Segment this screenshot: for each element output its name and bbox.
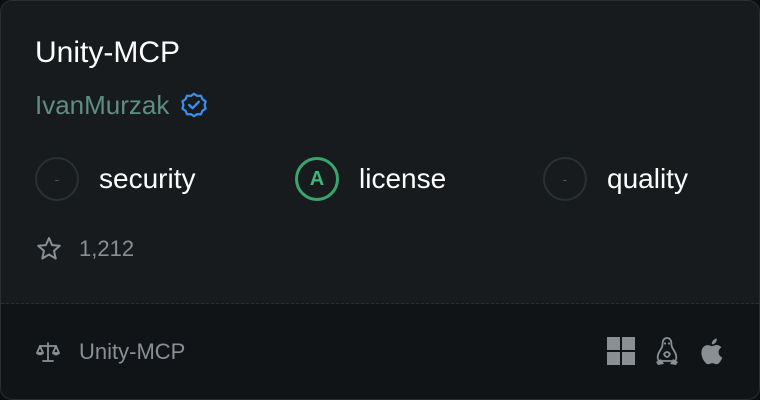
scale-icon bbox=[35, 339, 61, 365]
author-row: IvanMurzak bbox=[35, 87, 209, 123]
star-count: 1,212 bbox=[79, 236, 135, 261]
server-card[interactable]: Unity-MCP IvanMurzak - security A licens… bbox=[0, 0, 760, 400]
apple-icon bbox=[699, 336, 727, 366]
stars-row: 1,212 bbox=[35, 233, 134, 265]
security-label: security bbox=[99, 163, 196, 194]
security-score[interactable]: - security bbox=[35, 155, 195, 203]
quality-label: quality bbox=[607, 163, 688, 194]
quality-grade-badge: - bbox=[543, 157, 587, 201]
author-link[interactable]: IvanMurzak bbox=[35, 87, 169, 123]
license-score[interactable]: A license bbox=[295, 155, 446, 203]
linux-icon bbox=[653, 336, 681, 366]
windows-icon bbox=[607, 336, 635, 366]
quality-score[interactable]: - quality bbox=[543, 155, 688, 203]
star-icon bbox=[35, 235, 63, 263]
verified-badge-icon bbox=[179, 90, 209, 120]
license-label: license bbox=[359, 163, 447, 194]
license-grade-badge: A bbox=[295, 157, 339, 201]
platform-icons bbox=[607, 335, 727, 367]
card-footer: Unity-MCP bbox=[1, 304, 759, 399]
footer-label: Unity-MCP bbox=[79, 339, 186, 364]
repo-title[interactable]: Unity-MCP bbox=[35, 33, 180, 73]
footer-license: Unity-MCP bbox=[35, 334, 185, 370]
security-grade-badge: - bbox=[35, 157, 79, 201]
